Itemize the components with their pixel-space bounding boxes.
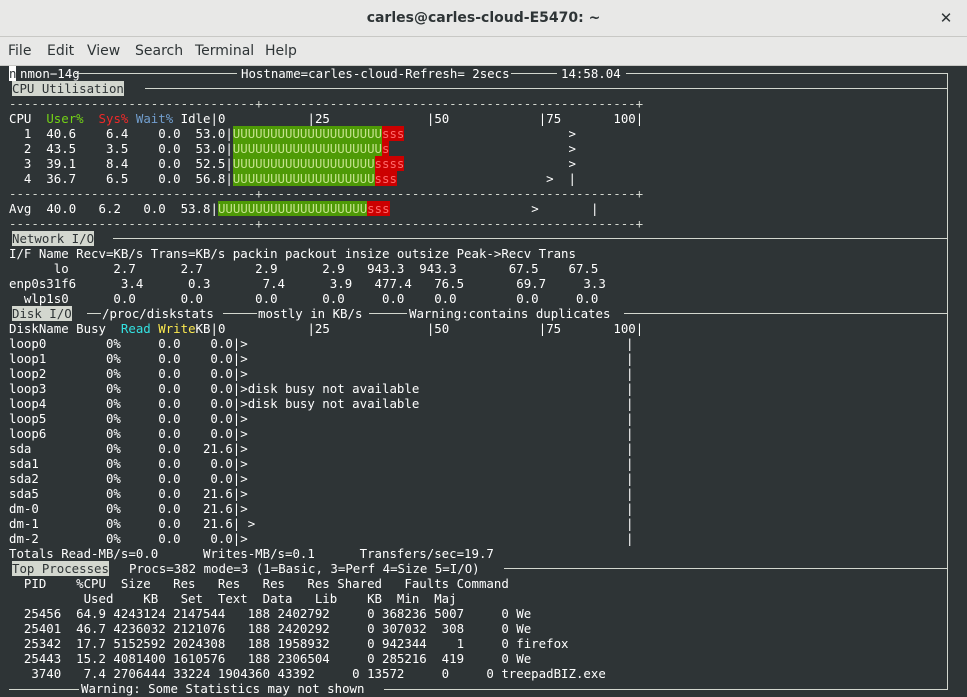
cpu-sys-bar: ssss: [374, 156, 405, 171]
cpu-sys-bar: sss: [374, 171, 397, 186]
disk-row: dm-2 0% 0.0 0.0|>: [9, 531, 382, 546]
disk-section-title: Disk I/O: [12, 306, 72, 321]
cpu-column-headers: CPU User% Sys% Wait% Idle|0 |25 |50 |75 …: [9, 111, 644, 126]
menu-edit[interactable]: Edit: [47, 37, 74, 65]
process-row: 25401 46.7 4236032 2121076 188 2420292 0…: [9, 621, 532, 636]
cpu-marker: >: [389, 141, 576, 156]
disk-row-border: |: [626, 486, 634, 501]
terminal-area[interactable]: n nmon−14g Hostname=carles-cloud-Refresh…: [0, 66, 967, 697]
disk-row-border: |: [626, 381, 634, 396]
cpu-user-bar: UUUUUUUUUUUUUUUUUUU: [232, 171, 375, 186]
disk-row-border: |: [626, 441, 634, 456]
cpu-marker: > |: [396, 171, 576, 186]
disk-row: sda5 0% 0.0 21.6|>: [9, 486, 382, 501]
menu-file[interactable]: File: [8, 37, 31, 65]
disk-row: loop2 0% 0.0 0.0|>: [9, 366, 382, 381]
menu-help[interactable]: Help: [265, 37, 297, 65]
disk-row: loop5 0% 0.0 0.0|>: [9, 411, 382, 426]
cpu-avg-row: Avg 40.0 6.2 0.0 53.8|UUUUUUUUUUUUUUUUUU…: [9, 201, 599, 216]
disk-row: sda 0% 0.0 21.6|>: [9, 441, 382, 456]
disk-row-border: |: [626, 516, 634, 531]
disk-row: loop0 0% 0.0 0.0|>: [9, 336, 382, 351]
top-section-title: Top Processes: [12, 561, 109, 576]
cpu-separator-mid: ---------------------------------+------…: [9, 186, 644, 201]
process-row: 25342 17.7 5152592 2024308 188 1958932 0…: [9, 636, 569, 651]
disk-units-note: mostly in KB/s: [258, 306, 363, 321]
cpu-user-bar: UUUUUUUUUUUUUUUUUUU: [232, 156, 375, 171]
menu-view[interactable]: View: [87, 37, 120, 65]
cpu-section-title: CPU Utilisation: [12, 81, 124, 96]
disk-row-border: |: [626, 531, 634, 546]
disk-row-border: |: [626, 351, 634, 366]
disk-row-border: |: [626, 501, 634, 516]
disk-row: loop3 0% 0.0 0.0|>disk busy not availabl…: [9, 381, 420, 396]
network-row: wlp1s0 0.0 0.0 0.0 0.0 0.0 0.0 0.0 0.0: [9, 291, 599, 306]
cpu-row: 1 40.6 6.4 0.0 53.0|UUUUUUUUUUUUUUUUUUUU…: [9, 126, 576, 141]
top-header-1: PID %CPU Size Res Res Res Res Shared Fau…: [9, 576, 509, 591]
cpu-marker: >: [404, 126, 576, 141]
nmon-hostname: Hostname=carles-cloud-Refresh= 2secs: [241, 66, 510, 81]
menu-terminal[interactable]: Terminal: [195, 37, 254, 65]
cpu-row: 4 36.7 6.5 0.0 56.8|UUUUUUUUUUUUUUUUUUUs…: [9, 171, 576, 186]
disk-row: sda2 0% 0.0 0.0|>: [9, 471, 382, 486]
disk-row-border: |: [626, 471, 634, 486]
disk-warning: Warning:contains duplicates: [409, 306, 611, 321]
disk-row: loop1 0% 0.0 0.0|>: [9, 351, 382, 366]
nmon-version: nmon−14g: [20, 66, 80, 81]
disk-row-border: |: [626, 411, 634, 426]
cpu-marker: >: [404, 156, 576, 171]
disk-row: dm-1 0% 0.0 21.6| >: [9, 516, 382, 531]
cpu-user-bar: UUUUUUUUUUUUUUUUUUUU: [232, 141, 382, 156]
close-icon[interactable]: ✕: [935, 7, 957, 29]
network-header: I/F Name Recv=KB/s Trans=KB/s packin pac…: [9, 246, 576, 261]
disk-totals: Totals Read-MB/s=0.0 Writes-MB/s=0.1 Tra…: [9, 546, 494, 561]
footer-warning: Warning: Some Statistics may not shown: [81, 681, 365, 696]
cpu-separator-top: ---------------------------------+------…: [9, 96, 644, 111]
disk-source: /proc/diskstats: [102, 306, 214, 321]
disk-row-border: |: [626, 336, 634, 351]
disk-row-border: |: [626, 426, 634, 441]
disk-row: loop4 0% 0.0 0.0|>disk busy not availabl…: [9, 396, 420, 411]
cpu-sys-bar: sss: [382, 126, 405, 141]
network-row: lo 2.7 2.7 2.9 2.9 943.3 943.3 67.5 67.5: [9, 261, 599, 276]
menu-search[interactable]: Search: [135, 37, 183, 65]
disk-row: sda1 0% 0.0 0.0|>: [9, 456, 382, 471]
network-section-title: Network I/O: [12, 231, 95, 246]
disk-row-border: |: [626, 456, 634, 471]
process-row: 25456 64.9 4243124 2147544 188 2402792 0…: [9, 606, 532, 621]
nmon-header: n: [9, 66, 17, 81]
menu-bar: File Edit View Search Terminal Help: [0, 37, 967, 66]
window-titlebar[interactable]: carles@carles-cloud-E5470: ~ ✕: [0, 0, 967, 37]
cpu-user-bar: UUUUUUUUUUUUUUUUUUUU: [232, 126, 382, 141]
cpu-row: 2 43.5 3.5 0.0 53.0|UUUUUUUUUUUUUUUUUUUU…: [9, 141, 576, 156]
top-header-2: Used KB Set Text Data Lib KB Min Maj: [9, 591, 457, 606]
cpu-row: 3 39.1 8.4 0.0 52.5|UUUUUUUUUUUUUUUUUUUs…: [9, 156, 576, 171]
nmon-time: 14:58.04: [561, 66, 621, 81]
disk-column-headers: DiskName Busy Read WriteKB|0 |25 |50 |75…: [9, 321, 644, 336]
disk-row: loop6 0% 0.0 0.0|>: [9, 426, 382, 441]
terminal-cursor: n: [9, 66, 17, 81]
process-row: 3740 7.4 2706444 33224 1904360 43392 0 1…: [9, 666, 606, 681]
disk-row: dm-0 0% 0.0 21.6|>: [9, 501, 382, 516]
top-summary: Procs=382 mode=3 (1=Basic, 3=Perf 4=Size…: [129, 561, 480, 576]
process-row: 25443 15.2 4081400 1610576 188 2306504 0…: [9, 651, 532, 666]
cpu-separator-bottom: ---------------------------------+------…: [9, 216, 644, 231]
window-title: carles@carles-cloud-E5470: ~: [366, 10, 601, 26]
disk-row-border: |: [626, 396, 634, 411]
network-row: enp0s31f6 3.4 0.3 7.4 3.9 477.4 76.5 69.…: [9, 276, 606, 291]
disk-row-border: |: [626, 366, 634, 381]
